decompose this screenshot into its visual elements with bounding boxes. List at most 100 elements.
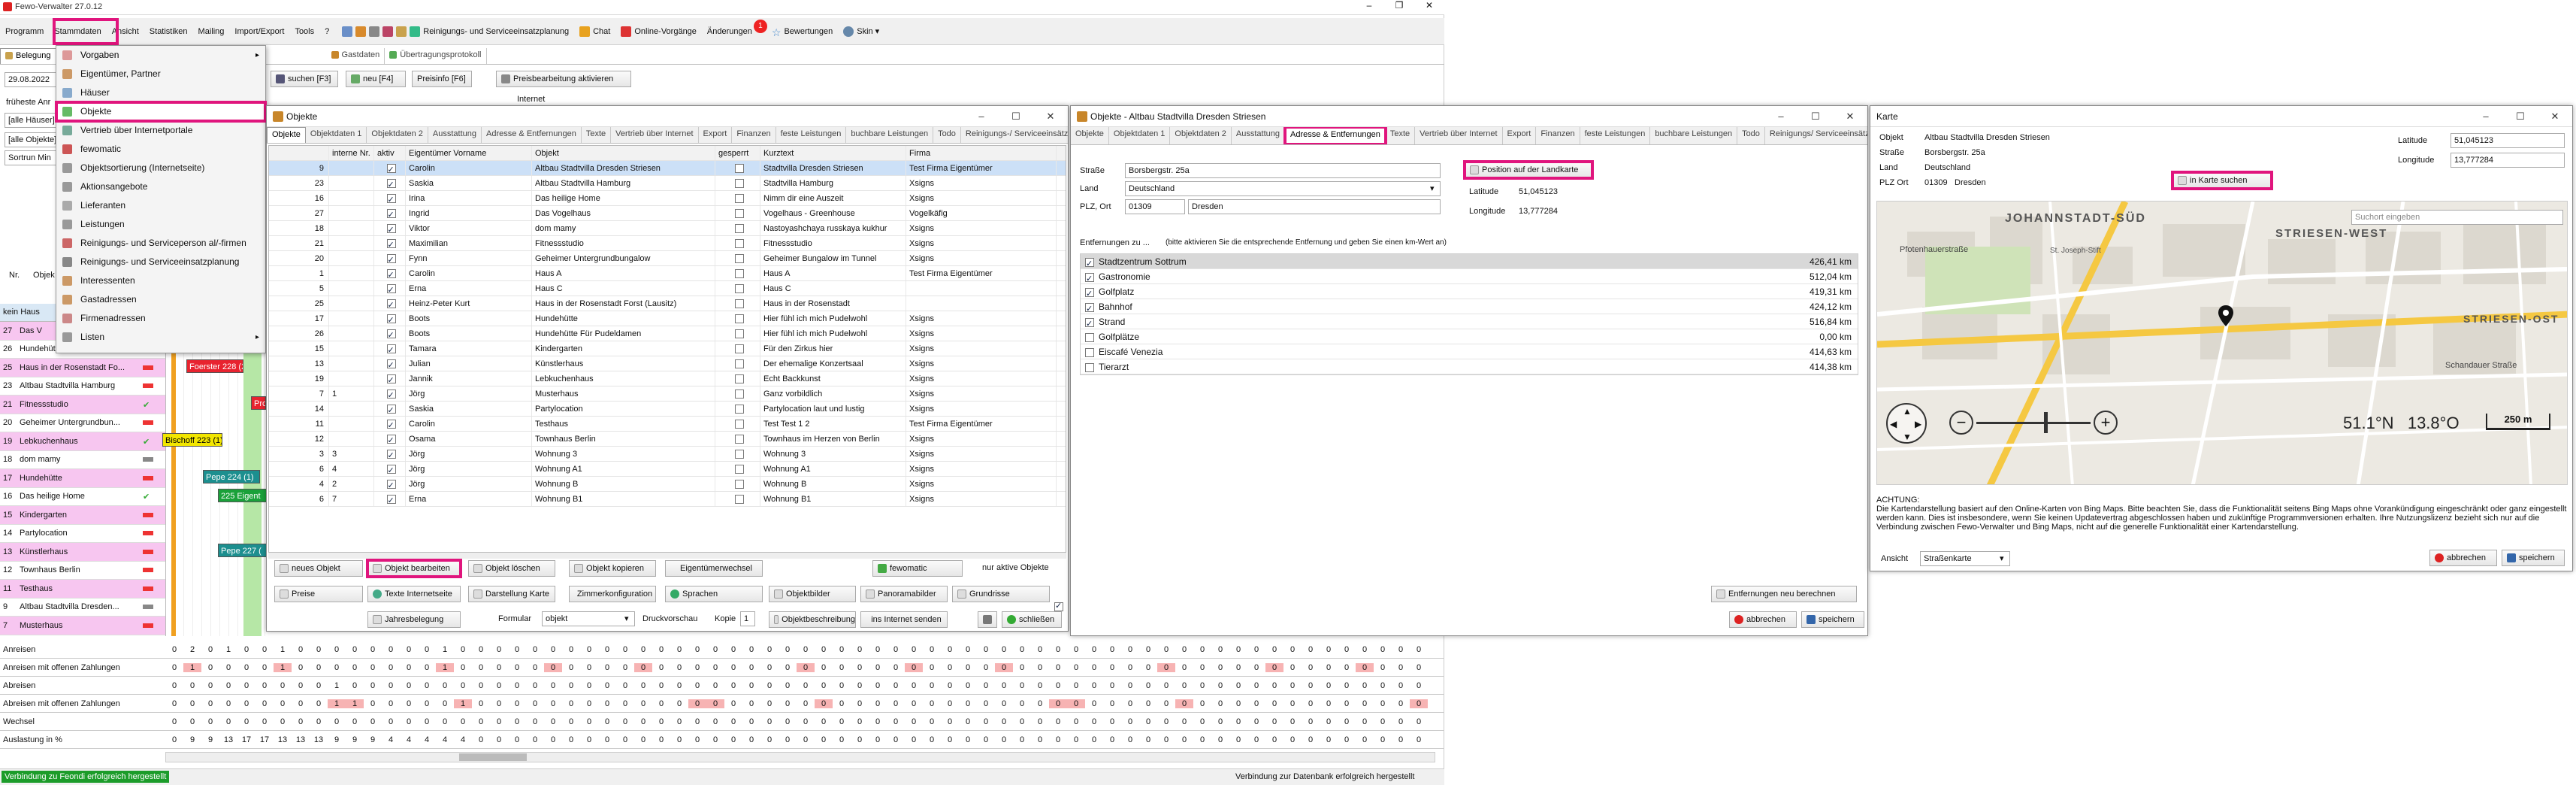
locked-checkbox[interactable] bbox=[734, 164, 744, 174]
describe-button[interactable]: Objektbeschreibung bbox=[769, 611, 856, 628]
tab-objektdaten-2[interactable]: Objektdaten 2 bbox=[367, 127, 428, 143]
zoom-slider[interactable] bbox=[1976, 422, 2091, 424]
menu-statistiken[interactable]: Statistiken bbox=[144, 20, 193, 43]
cell-active[interactable] bbox=[374, 356, 406, 371]
close-icon[interactable]: ✕ bbox=[1833, 106, 1867, 127]
cell-locked[interactable] bbox=[715, 432, 760, 446]
cell-active[interactable] bbox=[374, 477, 406, 491]
object-table-row[interactable]: 9 CarolinAltbau Stadtvilla Dresden Stries… bbox=[269, 161, 1066, 176]
object-row[interactable]: 9 Altbau Stadtvilla Dresden... bbox=[0, 598, 165, 617]
distance-km[interactable]: 512,04 km bbox=[1787, 269, 1855, 283]
yearly-button[interactable]: Jahresbelegung bbox=[367, 611, 461, 628]
active-checkbox[interactable] bbox=[386, 223, 396, 235]
map-pin-icon[interactable] bbox=[2218, 305, 2233, 328]
cell-locked[interactable] bbox=[715, 326, 760, 341]
distance-row[interactable]: Stadtzentrum Sottrum 426,41 km bbox=[1081, 254, 1858, 269]
locked-checkbox[interactable] bbox=[734, 224, 744, 234]
map-save-button[interactable]: speichern bbox=[2502, 550, 2565, 566]
cell-active[interactable] bbox=[374, 266, 406, 280]
sort-field[interactable]: Sortrun Min bbox=[5, 150, 57, 165]
locked-checkbox[interactable] bbox=[734, 374, 744, 384]
object-row[interactable]: 20 Geheimer Untergrundbun... bbox=[0, 414, 165, 432]
menu-programm[interactable]: Programm bbox=[0, 20, 49, 43]
distance-row[interactable]: Eiscafé Venezia 414,63 km bbox=[1081, 344, 1858, 359]
distance-km[interactable]: 424,12 km bbox=[1787, 299, 1855, 314]
booking-bar[interactable]: 225 Eigent bbox=[218, 489, 271, 502]
menu-tools[interactable]: Tools bbox=[289, 20, 319, 43]
tab-objektdaten-1[interactable]: Objektdaten 1 bbox=[1109, 127, 1171, 144]
locked-checkbox[interactable] bbox=[734, 420, 744, 429]
tab-finanzen[interactable]: Finanzen bbox=[732, 127, 776, 143]
object-row[interactable]: 25 Haus in der Rosenstadt Fo... bbox=[0, 359, 165, 377]
tab-gastdaten[interactable]: Gastdaten bbox=[327, 48, 385, 64]
active-only-checkbox[interactable] bbox=[1054, 601, 1063, 611]
distance-checkbox[interactable] bbox=[1085, 362, 1094, 372]
zoom-in-icon[interactable]: + bbox=[2094, 411, 2118, 435]
object-table-row[interactable]: 64JörgWohnung A1Wohnung A1Xsigns bbox=[269, 462, 1066, 477]
map-lat-field[interactable]: 51,045123 bbox=[2451, 133, 2565, 148]
map-canvas[interactable] bbox=[1877, 202, 2568, 485]
booking-bar[interactable]: Pepe 224 (1) bbox=[203, 470, 260, 483]
col-shorttext[interactable]: Kurztext bbox=[760, 146, 906, 160]
col-object[interactable]: Objekt bbox=[532, 146, 715, 160]
locked-checkbox[interactable] bbox=[734, 179, 744, 189]
cell-locked[interactable] bbox=[715, 191, 760, 205]
distance-checkbox[interactable] bbox=[1085, 317, 1094, 329]
locked-checkbox[interactable] bbox=[734, 450, 744, 459]
menu-item-1[interactable]: Eigentümer, Partner bbox=[56, 65, 265, 83]
tab-finanzen[interactable]: Finanzen bbox=[1536, 127, 1580, 144]
map-view[interactable]: JOHANNSTADT-SÜD STRIESEN-WEST STRIESEN-O… bbox=[1876, 201, 2568, 485]
fewomatic-button[interactable]: fewomatic bbox=[872, 560, 963, 577]
menu-item-3[interactable]: Objekte bbox=[55, 101, 267, 123]
map-search-box[interactable]: Suchort eingeben bbox=[2351, 210, 2563, 225]
menu-item-6[interactable]: Objektsortierung (Internetseite) bbox=[56, 159, 265, 177]
menu-changes[interactable]: Änderungen bbox=[707, 27, 752, 36]
object-row[interactable]: 19 Lebkuchenhaus ✔ bbox=[0, 432, 165, 451]
price-info-button[interactable]: Preisinfo [F6] bbox=[412, 71, 472, 87]
rooms-button[interactable]: Zimmerkonfiguration bbox=[569, 586, 656, 602]
calendar-icon[interactable] bbox=[396, 26, 407, 37]
menu-reviews[interactable]: Bewertungen bbox=[784, 27, 833, 36]
cell-locked[interactable] bbox=[715, 417, 760, 431]
locked-checkbox[interactable] bbox=[734, 284, 744, 294]
object-table-row[interactable]: 19 JannikLebkuchenhaus Echt BackkunstXsign… bbox=[269, 371, 1066, 386]
distance-km[interactable]: 414,38 km bbox=[1787, 359, 1855, 374]
position-on-map-button[interactable]: Position auf der Landkarte bbox=[1463, 160, 1594, 180]
active-checkbox[interactable] bbox=[386, 298, 396, 311]
close-objects-button[interactable]: schließen bbox=[1002, 611, 1062, 628]
close-icon[interactable]: ✕ bbox=[2538, 106, 2572, 127]
object-table-row[interactable]: 20 FynnGeheimer Untergrundbungalow Geheime… bbox=[269, 251, 1066, 266]
table-hscroll[interactable] bbox=[268, 553, 1066, 559]
distance-check-cell[interactable] bbox=[1081, 284, 1096, 299]
pictures-button[interactable]: Objektbilder bbox=[769, 586, 856, 602]
object-table-row[interactable]: 25Heinz-Peter KurtHaus in der Rosenstadt… bbox=[269, 296, 1066, 311]
object-table-row[interactable]: 67ErnaWohnung B1Wohnung B1Xsigns bbox=[269, 492, 1066, 507]
cell-active[interactable] bbox=[374, 251, 406, 265]
tab-reinigungs-serviceeins-tze[interactable]: Reinigungs-/ Serviceeinsätze bbox=[961, 127, 1068, 143]
cell-active[interactable] bbox=[374, 447, 406, 461]
cell-active[interactable] bbox=[374, 281, 406, 296]
active-checkbox[interactable] bbox=[386, 268, 396, 280]
detail-save-button[interactable]: speichern bbox=[1801, 611, 1864, 628]
tab-objektdaten-2[interactable]: Objektdaten 2 bbox=[1170, 127, 1232, 144]
person-icon[interactable] bbox=[382, 26, 394, 37]
booking-bar[interactable]: Pro bbox=[251, 396, 266, 410]
object-row[interactable]: 16 Das heilige Home ✔ bbox=[0, 487, 165, 506]
active-checkbox[interactable] bbox=[386, 493, 396, 506]
minimize-icon[interactable]: – bbox=[1354, 0, 1384, 11]
locked-checkbox[interactable] bbox=[734, 389, 744, 399]
form-select[interactable]: objekt bbox=[542, 611, 635, 626]
cell-active[interactable] bbox=[374, 326, 406, 341]
cell-locked[interactable] bbox=[715, 221, 760, 235]
maximize-icon[interactable]: ☐ bbox=[1798, 106, 1833, 127]
cell-locked[interactable] bbox=[715, 356, 760, 371]
tab-texte[interactable]: Texte bbox=[582, 127, 612, 143]
cell-active[interactable] bbox=[374, 341, 406, 356]
online-icon[interactable] bbox=[621, 26, 632, 37]
object-row[interactable]: 7 Musterhaus bbox=[0, 617, 165, 635]
object-table-row[interactable]: 71 JörgMusterhaus Ganz vorbildlichXsigns bbox=[269, 386, 1066, 402]
menu-item-4[interactable]: Vertrieb über Internetportale bbox=[56, 121, 265, 140]
close-icon[interactable]: ✕ bbox=[1033, 106, 1068, 127]
form-select-arrow-icon[interactable]: ▾ bbox=[624, 614, 629, 623]
col-active[interactable]: aktiv bbox=[374, 146, 406, 160]
